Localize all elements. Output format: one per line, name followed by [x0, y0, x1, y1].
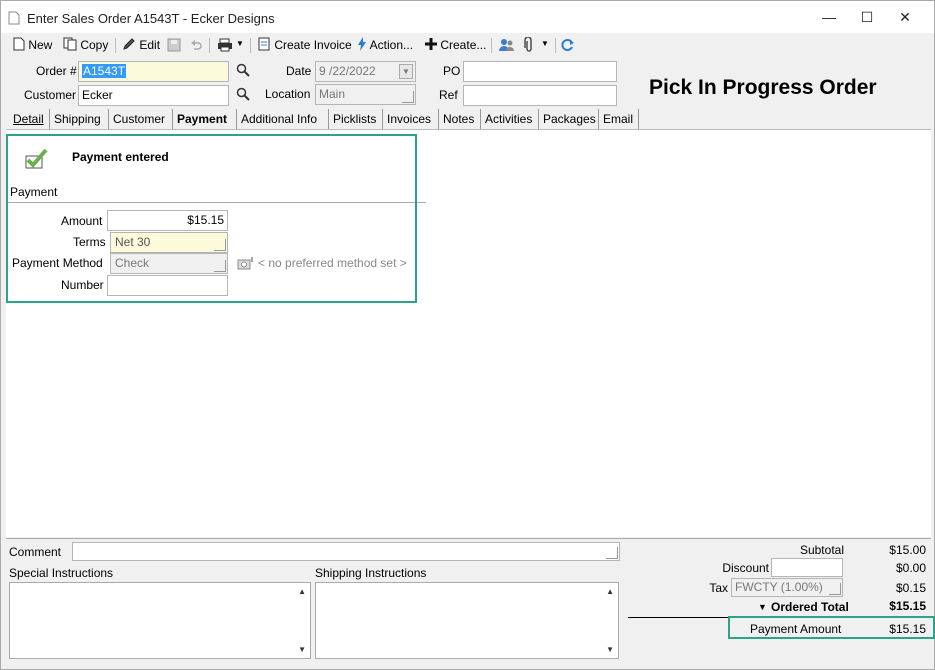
search-icon[interactable]	[236, 87, 250, 101]
footer-divider	[6, 538, 931, 539]
discount-label: Discount	[722, 561, 769, 575]
tab-customer[interactable]: Customer	[109, 109, 173, 129]
tab-additional-info[interactable]: Additional Info	[237, 109, 329, 129]
copy-icon	[63, 37, 77, 51]
new-label: New	[28, 38, 53, 52]
scroll-down-icon[interactable]: ▼	[606, 645, 614, 654]
special-instructions-label: Special Instructions	[9, 566, 114, 580]
tab-detail[interactable]: Detail	[9, 109, 50, 129]
print-icon[interactable]	[217, 38, 233, 52]
toolbar-separator	[115, 38, 116, 53]
search-icon[interactable]	[236, 63, 250, 77]
toolbar-separator	[491, 38, 492, 53]
ref-label: Ref	[439, 88, 458, 102]
location-value: Main	[319, 87, 346, 101]
edit-label: Edit	[139, 38, 161, 52]
lightning-icon	[358, 37, 366, 51]
invoice-icon	[258, 37, 270, 51]
tab-payment[interactable]: Payment	[173, 109, 237, 129]
refresh-icon[interactable]	[561, 38, 575, 52]
scroll-down-icon[interactable]: ▼	[298, 645, 306, 654]
subtotal-label: Subtotal	[799, 543, 844, 557]
chevron-down-icon[interactable]: ▼	[399, 64, 413, 79]
create-invoice-button[interactable]: Create Invoice	[257, 34, 352, 56]
caret-down-icon[interactable]: ▼	[758, 602, 767, 612]
pencil-icon	[123, 38, 135, 50]
date-field[interactable]: 9 /22/2022 ▼	[315, 61, 416, 82]
tax-code-value: FWCTY (1.00%)	[735, 580, 823, 594]
tax-code-field[interactable]: FWCTY (1.00%)	[731, 578, 843, 597]
date-value: 9 /22/2022	[319, 64, 376, 78]
tab-shipping[interactable]: Shipping	[50, 109, 109, 129]
special-instructions-textarea[interactable]: ▲ ▼	[9, 582, 311, 659]
action-button[interactable]: Action...	[357, 34, 413, 56]
order-number-field[interactable]: A1543T	[78, 61, 229, 82]
ref-field[interactable]	[463, 85, 617, 106]
ordered-total-value: $15.15	[889, 599, 926, 613]
tab-activities[interactable]: Activities	[481, 109, 539, 129]
action-label: Action...	[369, 38, 414, 52]
tax-label: Tax	[709, 581, 728, 595]
edit-button[interactable]: Edit	[122, 34, 160, 56]
po-label: PO	[443, 64, 461, 78]
chevron-down-icon[interactable]: ▼	[236, 39, 244, 48]
shipping-instructions-label: Shipping Instructions	[315, 566, 427, 580]
create-button[interactable]: Create...	[425, 34, 486, 56]
create-label: Create...	[440, 38, 487, 52]
scroll-up-icon[interactable]: ▲	[298, 587, 306, 596]
document-icon	[8, 11, 20, 25]
title-bar: Enter Sales Order A1543T - Ecker Designs…	[1, 1, 934, 33]
minimize-button[interactable]: —	[814, 7, 844, 27]
save-icon[interactable]	[167, 38, 181, 52]
order-number-value: A1543T	[82, 64, 127, 78]
toolbar-separator	[209, 38, 210, 53]
new-button[interactable]: New	[13, 34, 52, 56]
scroll-up-icon[interactable]: ▲	[606, 587, 614, 596]
payment-amount-highlight-box	[728, 616, 935, 639]
dropdown-corner	[829, 583, 841, 595]
copy-button[interactable]: Copy	[63, 34, 108, 56]
paperclip-icon[interactable]	[523, 37, 535, 53]
tax-value: $0.15	[895, 581, 926, 595]
sales-order-window: Enter Sales Order A1543T - Ecker Designs…	[0, 0, 935, 670]
tab-notes[interactable]: Notes	[439, 109, 481, 129]
toolbar-separator	[555, 38, 556, 53]
tab-email[interactable]: Email	[599, 109, 639, 129]
location-field[interactable]: Main	[315, 84, 416, 105]
maximize-button[interactable]: ☐	[852, 7, 882, 27]
dropdown-corner	[402, 91, 414, 103]
shipping-instructions-textarea[interactable]: ▲ ▼	[315, 582, 619, 659]
customer-label: Customer	[24, 88, 77, 102]
window-title: Enter Sales Order A1543T - Ecker Designs	[27, 11, 275, 26]
date-label: Date	[286, 64, 312, 78]
location-label: Location	[265, 87, 311, 101]
subtotal-value: $15.00	[889, 543, 926, 557]
po-field[interactable]	[463, 61, 617, 82]
comment-field[interactable]	[72, 542, 620, 561]
order-status-banner: Pick In Progress Order	[649, 76, 877, 99]
dropdown-corner	[606, 547, 618, 559]
tab-packages[interactable]: Packages	[539, 109, 599, 129]
ordered-total-label: Ordered Total	[771, 600, 849, 614]
toolbar-separator	[250, 38, 251, 53]
order-number-label: Order #	[36, 64, 77, 78]
comment-label: Comment	[9, 545, 62, 559]
close-button[interactable]: ✕	[890, 7, 920, 27]
plus-icon	[425, 38, 437, 50]
document-icon	[13, 37, 25, 51]
chevron-down-icon[interactable]: ▼	[541, 39, 549, 48]
copy-label: Copy	[80, 38, 109, 52]
tab-invoices[interactable]: Invoices	[383, 109, 439, 129]
discount-value: $0.00	[895, 561, 926, 575]
discount-field[interactable]	[771, 558, 843, 577]
create-invoice-label: Create Invoice	[274, 38, 352, 52]
payment-highlight-box	[6, 134, 417, 303]
users-icon[interactable]	[499, 38, 515, 52]
customer-field[interactable]: Ecker	[78, 85, 229, 106]
undo-icon[interactable]	[189, 38, 203, 52]
tab-picklists[interactable]: Picklists	[329, 109, 383, 129]
